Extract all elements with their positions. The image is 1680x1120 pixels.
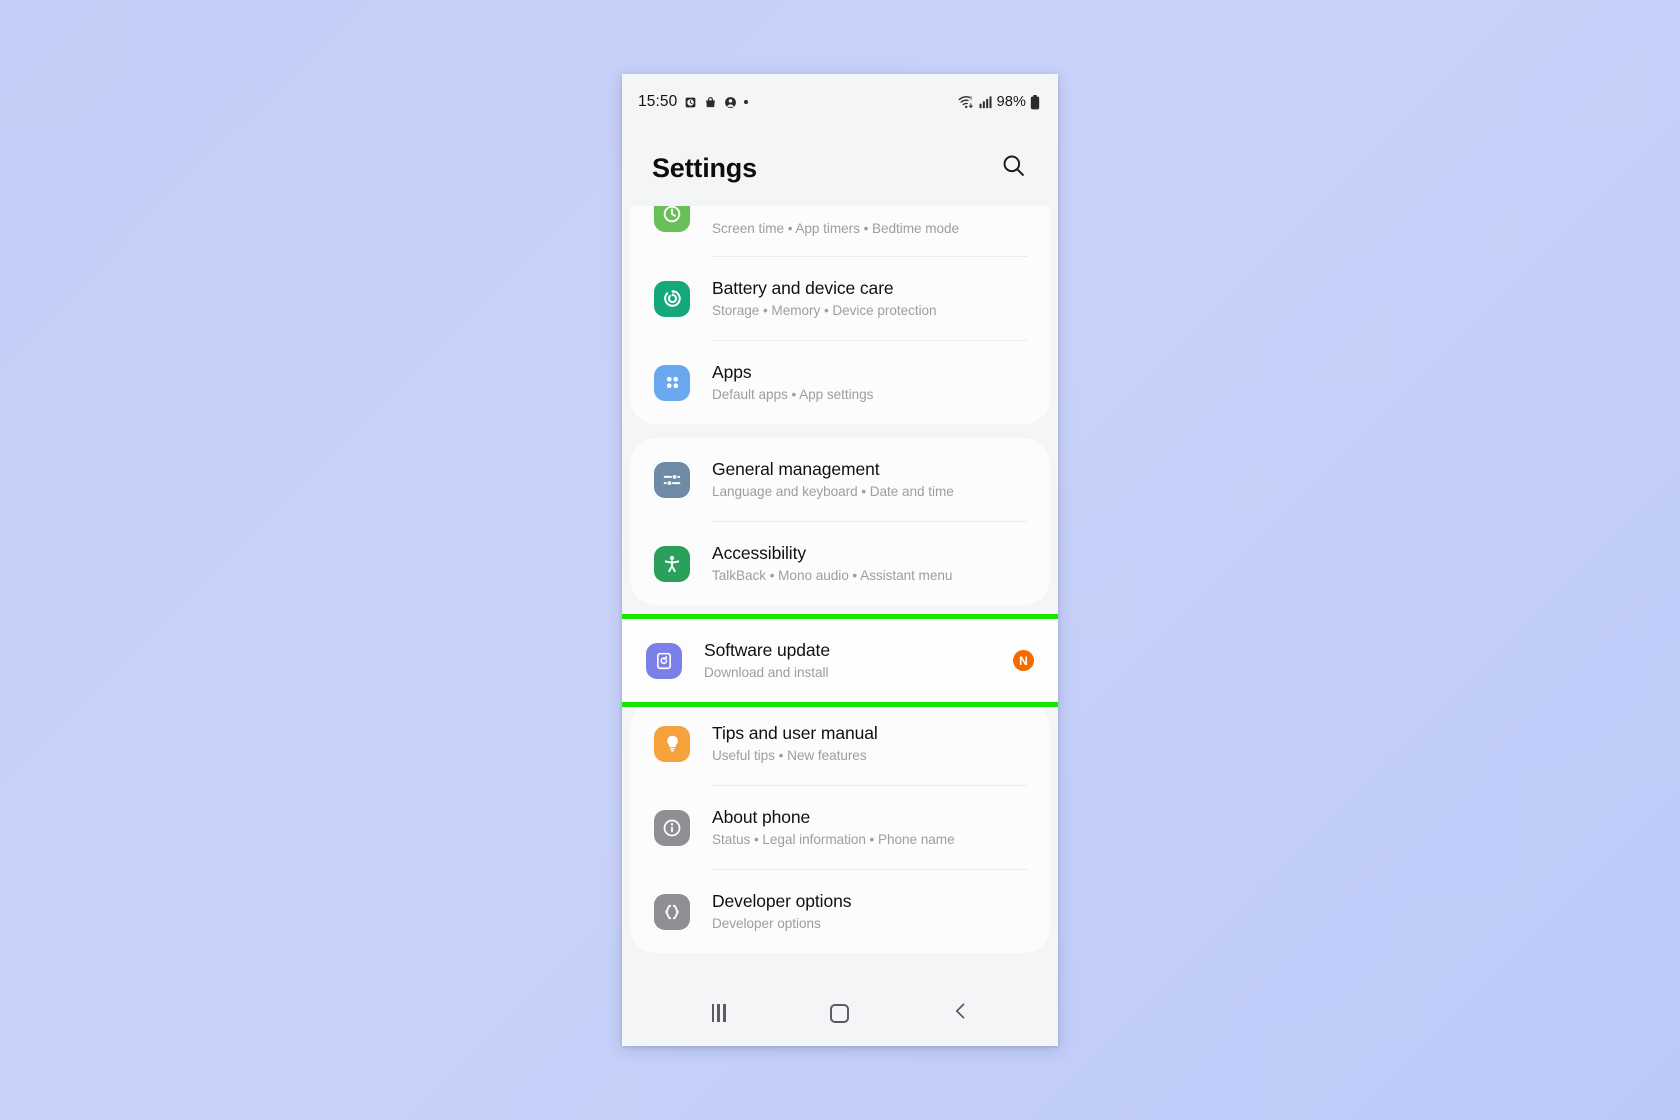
row-subtitle: Storage • Memory • Device protection xyxy=(712,303,937,319)
settings-group-group-4: Tips and user manual Useful tips • New fe… xyxy=(630,702,1050,954)
row-text-battery-and-device-care: Battery and device care Storage • Memory … xyxy=(712,265,1036,333)
row-title: Apps xyxy=(712,361,752,382)
row-text-apps: Apps Default apps • App settings xyxy=(712,349,1036,417)
row-text-about-phone: About phone Status • Legal information • … xyxy=(712,794,1036,862)
settings-row-software-update[interactable]: Software update Download and install N xyxy=(622,619,1058,702)
home-icon xyxy=(830,1003,850,1023)
row-text-software-update: Software update Download and install xyxy=(704,627,1013,695)
settings-group-group-2: General management Language and keyboard … xyxy=(630,438,1050,606)
row-subtitle: Screen time • App timers • Bedtime mode xyxy=(712,221,960,236)
recents-icon xyxy=(711,1004,726,1022)
row-title: Tips and user manual xyxy=(712,722,878,743)
row-title: Developer options xyxy=(712,890,852,911)
battery-full-icon xyxy=(1030,94,1040,110)
row-subtitle: Download and install xyxy=(704,665,829,681)
info-icon xyxy=(654,809,690,846)
row-subtitle: Language and keyboard • Date and time xyxy=(712,484,954,500)
settings-row-digital-wellbeing[interactable]: Screen time • App timers • Bedtime mode xyxy=(630,206,1050,256)
settings-row-battery-and-device-care[interactable]: Battery and device care Storage • Memory … xyxy=(630,257,1050,340)
lightbulb-icon xyxy=(654,725,690,762)
row-text-accessibility: Accessibility TalkBack • Mono audio • Ass… xyxy=(712,530,1036,598)
settings-row-tips-and-user-manual[interactable]: Tips and user manual Useful tips • New fe… xyxy=(630,702,1050,785)
row-text-general-management: General management Language and keyboard … xyxy=(712,446,1036,514)
row-subtitle: Status • Legal information • Phone name xyxy=(712,832,955,848)
navigation-bar xyxy=(622,980,1058,1046)
back-button[interactable] xyxy=(933,991,989,1035)
recents-button[interactable] xyxy=(691,991,747,1035)
row-text-digital-wellbeing: Screen time • App timers • Bedtime mode xyxy=(712,206,1036,250)
status-bar-right: 6 98% xyxy=(958,94,1040,110)
settings-list[interactable]: Screen time • App timers • Bedtime mode B… xyxy=(622,206,1058,980)
row-title: Accessibility xyxy=(712,542,807,563)
settings-row-accessibility[interactable]: Accessibility TalkBack • Mono audio • Ass… xyxy=(630,522,1050,605)
page-title: Settings xyxy=(652,152,757,183)
search-icon xyxy=(1001,153,1026,183)
status-bar-left: 15:50 xyxy=(638,93,749,111)
bag-icon xyxy=(704,96,717,109)
row-subtitle: Default apps • App settings xyxy=(712,387,874,403)
settings-group-group-3: Software update Download and install N xyxy=(622,614,1058,708)
status-bar: 15:50 6 98% xyxy=(622,74,1058,130)
braces-icon xyxy=(654,893,690,930)
dot-indicator xyxy=(744,100,749,104)
search-button[interactable] xyxy=(992,147,1034,189)
row-text-tips-and-user-manual: Tips and user manual Useful tips • New fe… xyxy=(712,710,1036,778)
apps-grid-icon xyxy=(654,364,690,401)
svg-text:6: 6 xyxy=(969,96,972,102)
sliders-icon xyxy=(654,461,690,498)
settings-row-developer-options[interactable]: Developer options Developer options xyxy=(630,870,1050,953)
row-title: General management xyxy=(712,458,880,479)
settings-group-group-1: Screen time • App timers • Bedtime mode B… xyxy=(630,206,1050,425)
status-time: 15:50 xyxy=(638,93,678,110)
phone-screen: 15:50 6 98% Settings Screen time • App t… xyxy=(622,74,1058,1046)
row-title: Software update xyxy=(704,639,830,660)
status-badge: N xyxy=(1013,650,1034,672)
row-text-developer-options: Developer options Developer options xyxy=(712,878,1036,946)
wifi-6-icon: 6 xyxy=(958,95,975,109)
software-update-icon xyxy=(646,642,682,679)
account-icon xyxy=(724,96,737,109)
home-button[interactable] xyxy=(812,991,868,1035)
settings-row-apps[interactable]: Apps Default apps • App settings xyxy=(630,341,1050,424)
settings-row-about-phone[interactable]: About phone Status • Legal information • … xyxy=(630,786,1050,869)
row-subtitle: Useful tips • New features xyxy=(712,748,867,764)
signal-bars-icon xyxy=(979,95,993,109)
settings-row-general-management[interactable]: General management Language and keyboard … xyxy=(630,438,1050,521)
battery-care-icon xyxy=(654,280,690,317)
row-subtitle: Developer options xyxy=(712,916,821,932)
alarm-icon xyxy=(684,96,697,109)
row-title: About phone xyxy=(712,806,811,827)
battery-percent: 98% xyxy=(996,94,1026,110)
title-bar: Settings xyxy=(622,130,1058,206)
row-title: Battery and device care xyxy=(712,277,894,298)
accessibility-person-icon xyxy=(654,545,690,582)
wellbeing-icon xyxy=(654,206,690,233)
row-subtitle: TalkBack • Mono audio • Assistant menu xyxy=(712,568,953,584)
back-chevron-icon xyxy=(951,1001,971,1026)
